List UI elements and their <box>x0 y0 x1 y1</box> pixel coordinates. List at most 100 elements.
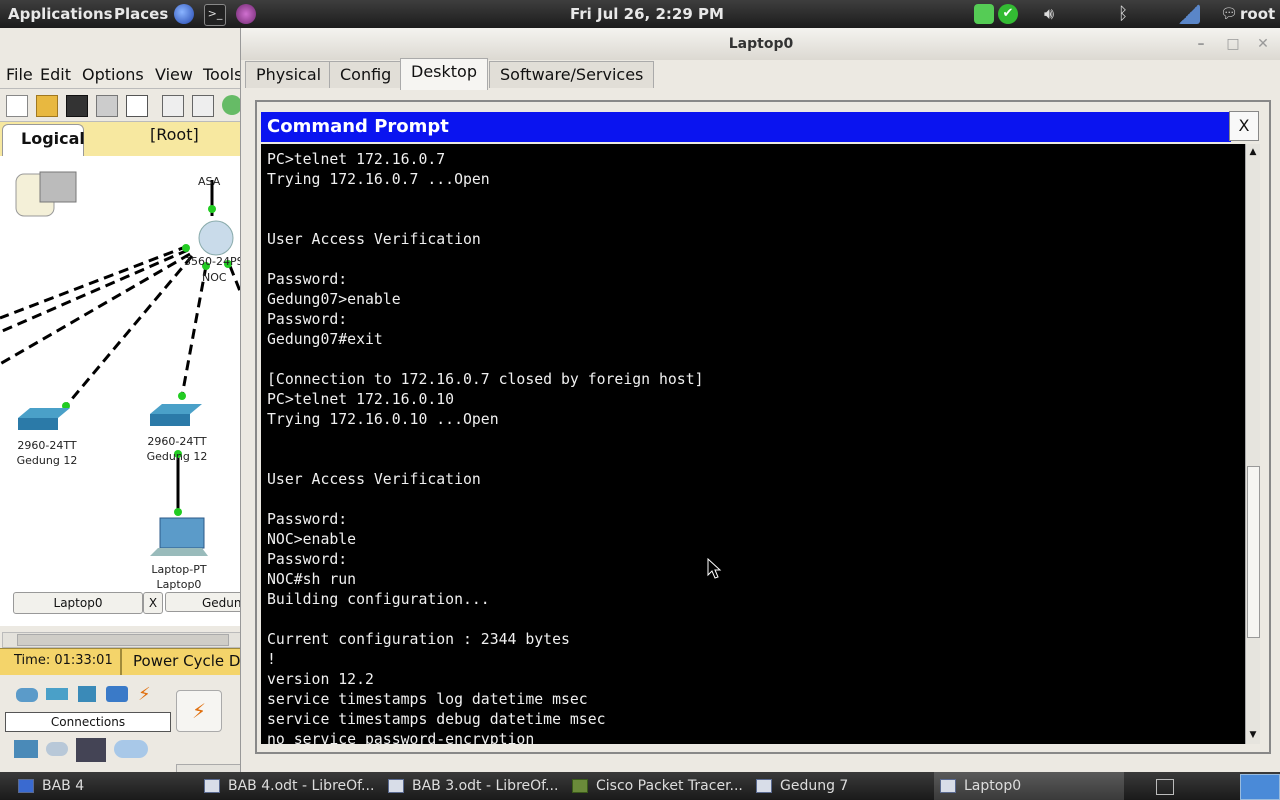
pt-menubar: File Edit Options View Tools <box>0 62 242 86</box>
document-icon <box>388 779 404 793</box>
task-bab3-odt[interactable]: BAB 3.odt - LibreOf... <box>388 772 558 800</box>
paste-icon[interactable] <box>192 95 214 117</box>
terminal-icon[interactable]: >_ <box>204 4 226 26</box>
switch-icon-gedung12 <box>150 404 202 414</box>
hscroll-thumb[interactable] <box>17 634 229 646</box>
connections-icon[interactable]: ⚡ <box>138 684 151 705</box>
device-type-panel: ⚡ Connections ⚡ <box>0 676 242 772</box>
volume-icon[interactable]: 🔊︎ <box>1044 4 1064 24</box>
command-prompt-title: Command Prompt <box>261 112 1231 142</box>
places-menu[interactable]: Places <box>114 5 168 23</box>
workspace-hscroll[interactable] <box>2 632 242 648</box>
link-noc-a <box>0 244 189 320</box>
task-laptop0[interactable]: Laptop0 <box>934 772 1124 800</box>
switches-icon[interactable] <box>46 688 68 700</box>
routers-icon[interactable] <box>16 688 38 702</box>
vscroll-thumb[interactable] <box>1247 466 1260 638</box>
window-icon <box>756 779 772 793</box>
save-icon[interactable] <box>66 95 88 117</box>
link-light <box>208 205 216 213</box>
realtime-bar: Time: 01:33:01 Power Cycle D <box>0 648 242 675</box>
scroll-down-icon[interactable]: ▼ <box>1247 728 1259 742</box>
tab-physical[interactable]: Physical <box>245 61 333 88</box>
update-icon[interactable] <box>974 4 994 24</box>
pdu-tab-close[interactable]: X <box>143 592 163 614</box>
window-titlebar[interactable]: Laptop0 – □ ✕ <box>241 28 1280 60</box>
task-gedung7[interactable]: Gedung 7 <box>756 772 848 800</box>
network-signal-icon[interactable] <box>1178 4 1200 24</box>
auto-connection-button[interactable]: ⚡ <box>176 690 222 732</box>
menu-view[interactable]: View <box>155 65 193 84</box>
multiuser-icon[interactable] <box>114 740 148 758</box>
task-label: Cisco Packet Tracer... <box>596 778 743 794</box>
menu-edit[interactable]: Edit <box>40 65 71 84</box>
custom-devices-icon[interactable] <box>76 738 106 762</box>
tab-desktop[interactable]: Desktop <box>400 58 488 90</box>
undo-icon[interactable] <box>222 95 242 115</box>
hubs-icon[interactable] <box>78 686 96 702</box>
logical-tab[interactable]: Logical <box>2 124 85 159</box>
device-label-gedung12-model: 2960-24TT <box>147 435 207 448</box>
terminal-vscroll[interactable]: ▲ ▼ <box>1245 144 1260 744</box>
applications-menu[interactable]: Applications <box>8 5 113 23</box>
terminal-output[interactable]: PC>telnet 172.16.0.7 Trying 172.16.0.7 .… <box>261 144 1245 744</box>
laptop-base-icon <box>150 548 208 556</box>
window-icon <box>940 779 956 793</box>
print-icon[interactable] <box>96 95 118 117</box>
maximize-icon[interactable]: □ <box>1225 36 1241 52</box>
menu-tools[interactable]: Tools <box>203 65 242 84</box>
switch-body-gedung11 <box>18 418 58 430</box>
logical-workspace[interactable]: ASA 3560-24PS NOC 2960-24TT Gedung 12 29… <box>0 156 242 626</box>
command-prompt-close-button[interactable]: X <box>1229 111 1259 141</box>
menu-file[interactable]: File <box>6 65 33 84</box>
link-light <box>178 392 186 400</box>
scroll-up-icon[interactable]: ▲ <box>1247 145 1259 159</box>
power-cycle-button[interactable]: Power Cycle D <box>133 652 240 670</box>
new-icon[interactable] <box>6 95 28 117</box>
close-icon[interactable]: ✕ <box>1255 36 1271 52</box>
root-label[interactable]: [Root] <box>150 125 199 144</box>
workspace-switcher-icon[interactable] <box>1156 779 1174 795</box>
activity-wizard-icon[interactable] <box>126 95 148 117</box>
device-label-noc-model: 3560-24PS <box>184 255 242 268</box>
task-bab4-folder[interactable]: BAB 4 <box>18 772 84 800</box>
logical-tab-label: Logical <box>21 129 85 148</box>
terminal-text: PC>telnet 172.16.0.7 Trying 172.16.0.7 .… <box>267 151 704 744</box>
link-noc-b <box>0 248 189 334</box>
pdu-tab-laptop0[interactable]: Laptop0 <box>13 592 143 614</box>
switch-icon-gedung11 <box>18 408 70 418</box>
menu-options[interactable]: Options <box>82 65 144 84</box>
task-label: BAB 4 <box>42 778 85 794</box>
device-category-label: Connections <box>5 712 171 732</box>
document-icon <box>204 779 220 793</box>
device-list-scroll[interactable] <box>176 764 242 772</box>
open-icon[interactable] <box>36 95 58 117</box>
clock[interactable]: Fri Jul 26, 2:29 PM <box>570 5 724 23</box>
link-noc-c <box>0 252 191 366</box>
task-label: Gedung 7 <box>780 778 849 794</box>
chat-icon[interactable]: 💬︎ <box>1220 4 1240 24</box>
tab-software-services[interactable]: Software/Services <box>489 61 655 88</box>
device-label-asa: ASA <box>198 175 221 188</box>
device-label-laptop-model: Laptop-PT <box>151 563 207 576</box>
check-icon[interactable]: ✔ <box>998 4 1018 24</box>
task-label: BAB 4.odt - LibreOf... <box>228 778 375 794</box>
end-devices-icon[interactable] <box>14 740 38 758</box>
task-bab4-odt[interactable]: BAB 4.odt - LibreOf... <box>204 772 374 800</box>
task-label: BAB 3.odt - LibreOf... <box>412 778 559 794</box>
window-title: Laptop0 <box>728 36 794 52</box>
device-label-gedung12-name: Gedung 12 <box>146 450 208 463</box>
bluetooth-icon[interactable]: ᛒ <box>1118 4 1138 24</box>
browser-icon[interactable] <box>174 4 194 24</box>
folder-icon <box>18 779 34 793</box>
user-menu[interactable]: root <box>1240 5 1275 23</box>
tab-config[interactable]: Config <box>329 61 403 88</box>
copy-icon[interactable] <box>162 95 184 117</box>
minimize-icon[interactable]: – <box>1193 36 1209 52</box>
task-packet-tracer[interactable]: Cisco Packet Tracer... <box>572 772 743 800</box>
show-desktop-icon[interactable] <box>1240 774 1280 800</box>
pdu-tab-gedung[interactable]: Gedun <box>165 592 242 612</box>
wireless-icon[interactable] <box>106 686 128 702</box>
wan-emulation-icon[interactable] <box>46 742 68 756</box>
pidgin-icon[interactable] <box>236 4 256 24</box>
